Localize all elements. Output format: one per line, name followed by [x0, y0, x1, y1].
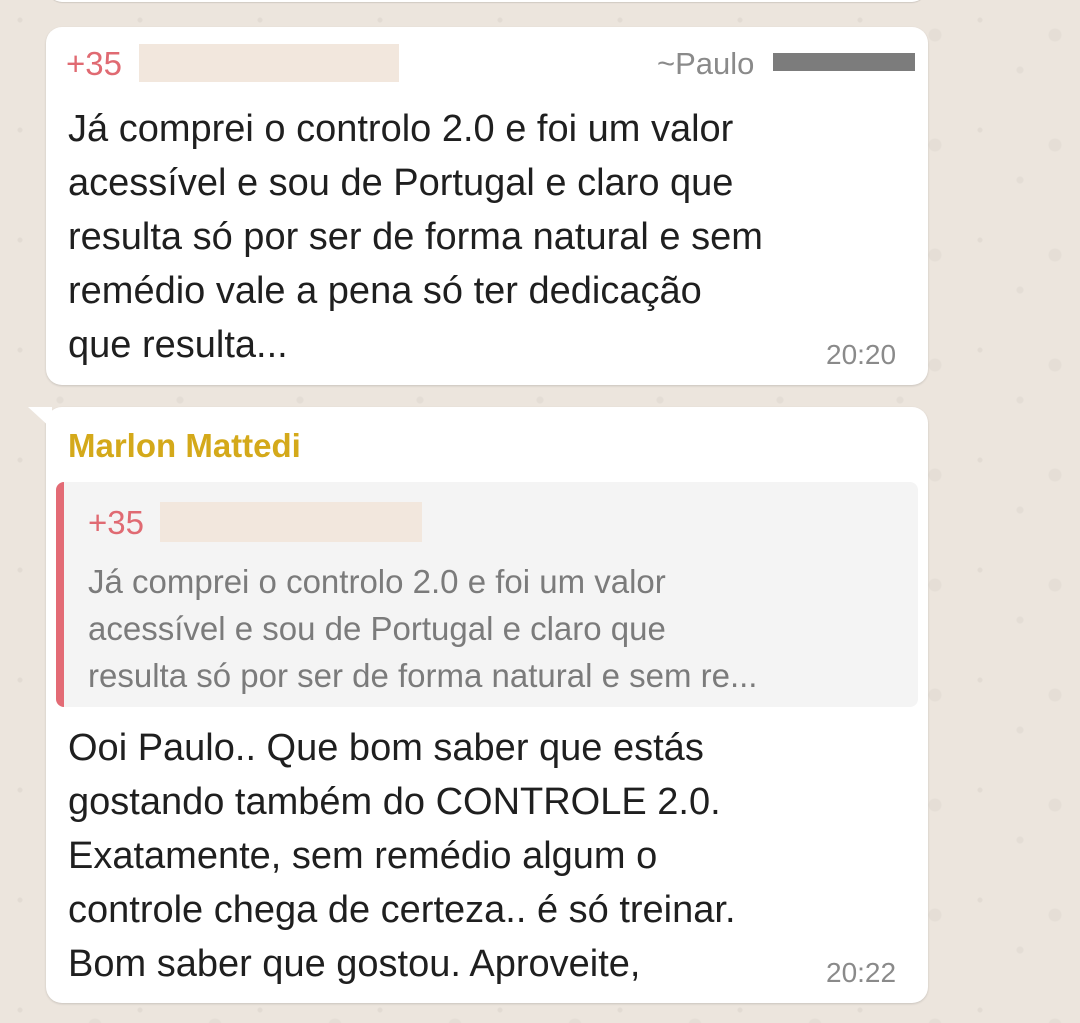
- message-bubble[interactable]: Marlon Mattedi +35 Já comprei o controlo…: [28, 407, 928, 1003]
- message-timestamp: 20:20: [826, 339, 897, 370]
- message-timestamp: 20:22: [826, 957, 897, 988]
- quoted-message[interactable]: +35 Já comprei o controlo 2.0 e foi um v…: [56, 482, 918, 707]
- sender-name[interactable]: Marlon Mattedi: [68, 429, 301, 462]
- quoted-message-text: Já comprei o controlo 2.0 e foi um valor…: [88, 563, 758, 694]
- redacted-phone-digits: [139, 44, 399, 82]
- quoted-sender-number: +35: [88, 504, 144, 541]
- message-text: Já comprei o controlo 2.0 e foi um valor…: [68, 108, 763, 366]
- redacted-phone-digits: [160, 502, 422, 542]
- quote-accent-bar: [56, 482, 64, 707]
- sender-push-name: ~Paulo: [657, 46, 755, 81]
- message-text: Ooi Paulo.. Que bom saber que estás gost…: [68, 727, 736, 985]
- sender-phone-number[interactable]: +35: [66, 47, 122, 80]
- redacted-surname: [773, 53, 915, 71]
- previous-message-bubble[interactable]: [48, 0, 926, 2]
- message-bubble[interactable]: +35 ~Paulo Já comprei o controlo 2.0 e f…: [46, 27, 928, 385]
